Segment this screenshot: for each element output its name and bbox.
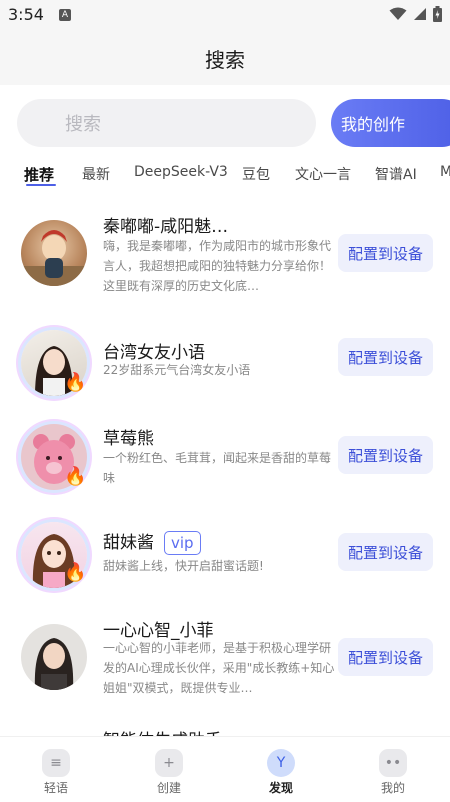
avatar <box>21 220 87 286</box>
discover-icon: Y <box>267 749 295 777</box>
item-description: 22岁甜系元气台湾女友小语 <box>103 363 251 377</box>
nav-label: 发现 <box>268 781 293 795</box>
notification-badge: A <box>59 9 71 21</box>
tab-zhipu[interactable]: 智谱AI <box>375 164 417 184</box>
category-tabs: 推荐 最新 DeepSeek-V3 豆包 文心一言 智谱AI M <box>0 160 450 192</box>
item-description: 甜妹酱上线，快开启甜蜜话题! <box>103 559 264 573</box>
item-description: 嗨，我是秦嘟嘟，作为咸阳市的城市形象代言人，我超想把咸阳的独特魅力分享给你！这里… <box>103 239 332 293</box>
nav-label: 我的 <box>380 781 405 795</box>
configure-to-device-button[interactable]: 配置到设备 <box>338 234 433 272</box>
nav-label: 轻语 <box>43 781 68 795</box>
status-bar: 3:54 A <box>0 0 450 30</box>
item-name: 秦嘟嘟-咸阳魅… <box>103 217 229 237</box>
nav-item-qingyu[interactable]: ≡ 轻语 <box>16 737 96 802</box>
item-name-text: 甜妹酱 <box>103 533 154 553</box>
configure-to-device-button[interactable]: 配置到设备 <box>338 638 433 676</box>
page-title: 搜索 <box>205 48 245 72</box>
configure-to-device-button[interactable]: 配置到设备 <box>338 436 433 474</box>
bottom-nav: ≡ 轻语 + 创建 Y 发现 •• 我的 <box>0 736 450 802</box>
tab-doubao[interactable]: 豆包 <box>242 164 270 184</box>
tab-more[interactable]: M <box>440 164 450 180</box>
configure-to-device-button[interactable]: 配置到设备 <box>338 338 433 376</box>
tab-deepseek[interactable]: DeepSeek-V3 <box>134 164 228 180</box>
search-box[interactable] <box>17 99 316 149</box>
fire-icon: 🔥 <box>64 372 87 393</box>
tab-wenxin[interactable]: 文心一言 <box>295 164 351 184</box>
fire-icon: 🔥 <box>64 562 87 583</box>
status-time: 3:54 <box>8 5 44 24</box>
top-bar: 搜索 <box>0 30 450 85</box>
item-description: 一个粉红色、毛茸茸，闻起来是香甜的草莓味 <box>103 451 332 485</box>
signal-icon <box>414 8 426 20</box>
configure-to-device-button[interactable]: 配置到设备 <box>338 533 433 571</box>
my-creations-button[interactable]: 我的创作 <box>331 99 450 147</box>
nav-item-discover[interactable]: Y 发现 <box>241 737 321 802</box>
item-description: 一心心智的小菲老师，是基于积极心理学研发的AI心理成长伙伴，采用"成长教练+知心… <box>103 641 335 695</box>
nav-item-profile[interactable]: •• 我的 <box>353 737 433 802</box>
plus-icon: + <box>155 749 183 777</box>
avatar <box>21 624 87 690</box>
avatar-image <box>34 638 74 690</box>
battery-icon <box>433 6 442 22</box>
search-input[interactable] <box>63 99 307 149</box>
item-name: 草莓熊 <box>103 429 154 449</box>
nav-item-create[interactable]: + 创建 <box>129 737 209 802</box>
active-tab-indicator <box>26 184 56 186</box>
fire-icon: 🔥 <box>64 466 87 487</box>
tab-latest[interactable]: 最新 <box>82 164 110 184</box>
profile-icon: •• <box>379 749 407 777</box>
tab-recommended[interactable]: 推荐 <box>24 164 54 185</box>
item-name: 甜妹酱 vip <box>103 528 201 555</box>
system-icons <box>389 6 442 22</box>
nav-label: 创建 <box>156 781 181 795</box>
chat-icon: ≡ <box>42 749 70 777</box>
wifi-icon <box>389 7 407 20</box>
avatar-image <box>21 230 87 286</box>
vip-badge: vip <box>164 531 201 555</box>
